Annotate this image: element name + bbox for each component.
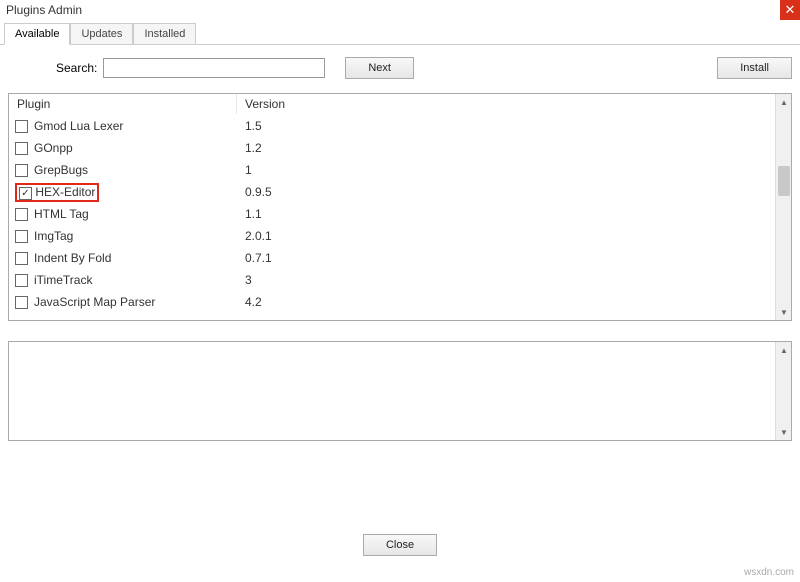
cell-version: 1.5 bbox=[237, 119, 791, 133]
table-row[interactable]: Indent By Fold 0.7.1 bbox=[9, 247, 791, 269]
cell-plugin: ImgTag bbox=[9, 229, 237, 243]
tab-available[interactable]: Available bbox=[4, 23, 70, 45]
table-row[interactable]: GOnpp 1.2 bbox=[9, 137, 791, 159]
content: Search: Next Install Plugin Version Gmod… bbox=[0, 44, 800, 441]
column-version[interactable]: Version bbox=[237, 94, 791, 114]
next-button[interactable]: Next bbox=[345, 57, 414, 79]
search-label: Search: bbox=[56, 61, 97, 75]
table-body: Gmod Lua Lexer 1.5 GOnpp 1.2 GrepBugs 1 ✓ HEX-… bbox=[9, 115, 791, 313]
table-row[interactable]: ImgTag 2.0.1 bbox=[9, 225, 791, 247]
footer: Close bbox=[0, 534, 800, 556]
table-row[interactable]: JavaScript Map Parser 4.2 bbox=[9, 291, 791, 313]
plugin-name: HEX-Editor bbox=[35, 185, 95, 199]
plugin-name: Gmod Lua Lexer bbox=[34, 119, 123, 133]
plugin-name: JavaScript Map Parser bbox=[34, 295, 155, 309]
plugin-name: Indent By Fold bbox=[34, 251, 111, 265]
watermark: wsxdn.com bbox=[744, 567, 794, 578]
checkbox[interactable] bbox=[15, 296, 28, 309]
scroll-up-icon[interactable]: ▲ bbox=[776, 94, 792, 110]
checkbox[interactable] bbox=[15, 120, 28, 133]
search-row: Search: Next Install bbox=[8, 57, 792, 79]
cell-version: 0.7.1 bbox=[237, 251, 791, 265]
tab-updates[interactable]: Updates bbox=[70, 23, 133, 45]
table-header: Plugin Version bbox=[9, 94, 791, 115]
window-title: Plugins Admin bbox=[6, 3, 82, 17]
cell-version: 1.2 bbox=[237, 141, 791, 155]
close-button[interactable]: Close bbox=[363, 534, 437, 556]
scroll-up-icon[interactable]: ▲ bbox=[776, 342, 792, 358]
plugin-name: GrepBugs bbox=[34, 163, 88, 177]
table-row[interactable]: ✓ HEX-Editor 0.9.5 bbox=[9, 181, 791, 203]
close-icon: ✕ bbox=[785, 2, 796, 18]
table-row[interactable]: Gmod Lua Lexer 1.5 bbox=[9, 115, 791, 137]
scrollbar[interactable]: ▲ ▼ bbox=[775, 94, 791, 320]
scroll-thumb[interactable] bbox=[778, 166, 790, 196]
checkbox[interactable] bbox=[15, 274, 28, 287]
cell-version: 1 bbox=[237, 163, 791, 177]
window-close-button[interactable]: ✕ bbox=[780, 0, 800, 20]
tabs: Available Updates Installed bbox=[0, 22, 800, 44]
description-box: ▲ ▼ bbox=[8, 341, 792, 441]
checkbox[interactable] bbox=[15, 230, 28, 243]
install-button[interactable]: Install bbox=[717, 57, 792, 79]
table-row[interactable]: HTML Tag 1.1 bbox=[9, 203, 791, 225]
cell-plugin: JavaScript Map Parser bbox=[9, 295, 237, 309]
cell-plugin: ✓ HEX-Editor bbox=[9, 183, 237, 202]
titlebar: Plugins Admin bbox=[0, 0, 800, 20]
checkbox[interactable] bbox=[15, 208, 28, 221]
search-input[interactable] bbox=[103, 58, 325, 78]
cell-version: 0.9.5 bbox=[237, 185, 791, 199]
cell-plugin: Gmod Lua Lexer bbox=[9, 119, 237, 133]
cell-version: 1.1 bbox=[237, 207, 791, 221]
plugin-name: ImgTag bbox=[34, 229, 73, 243]
table-row[interactable]: iTimeTrack 3 bbox=[9, 269, 791, 291]
checkbox[interactable] bbox=[15, 142, 28, 155]
cell-plugin: GOnpp bbox=[9, 141, 237, 155]
cell-version: 2.0.1 bbox=[237, 229, 791, 243]
desc-scrollbar[interactable]: ▲ ▼ bbox=[775, 342, 791, 440]
cell-plugin: iTimeTrack bbox=[9, 273, 237, 287]
scroll-down-icon[interactable]: ▼ bbox=[776, 424, 792, 440]
scroll-down-icon[interactable]: ▼ bbox=[776, 304, 792, 320]
plugin-name: GOnpp bbox=[34, 141, 73, 155]
cell-plugin: GrepBugs bbox=[9, 163, 237, 177]
plugin-name: HTML Tag bbox=[34, 207, 89, 221]
checkbox[interactable]: ✓ bbox=[19, 187, 32, 200]
checkbox[interactable] bbox=[15, 252, 28, 265]
cell-version: 4.2 bbox=[237, 295, 791, 309]
plugin-name: iTimeTrack bbox=[34, 273, 92, 287]
checkbox[interactable] bbox=[15, 164, 28, 177]
cell-plugin: HTML Tag bbox=[9, 207, 237, 221]
column-plugin[interactable]: Plugin bbox=[9, 94, 237, 114]
cell-plugin: Indent By Fold bbox=[9, 251, 237, 265]
plugin-table: Plugin Version Gmod Lua Lexer 1.5 GOnpp 1.2… bbox=[8, 93, 792, 321]
cell-version: 3 bbox=[237, 273, 791, 287]
tab-installed[interactable]: Installed bbox=[133, 23, 196, 45]
highlight-box: ✓ HEX-Editor bbox=[15, 183, 99, 202]
table-row[interactable]: GrepBugs 1 bbox=[9, 159, 791, 181]
